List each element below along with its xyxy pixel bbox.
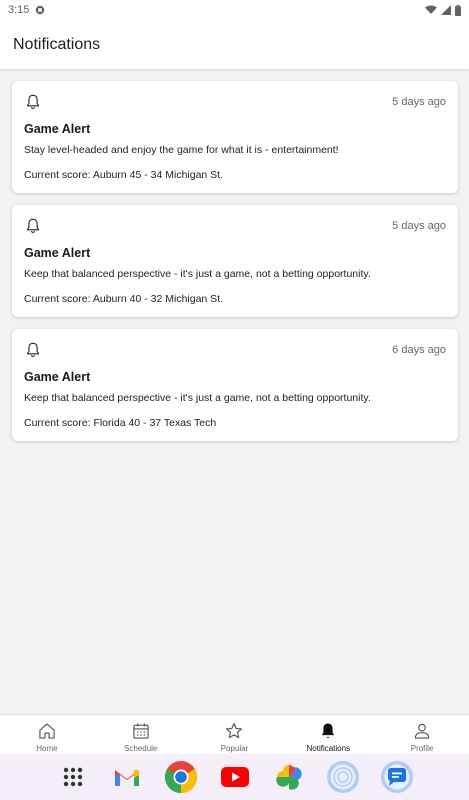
signal-icon bbox=[441, 5, 451, 15]
bottom-nav: Home Schedule Popular Notifications Prof… bbox=[0, 714, 469, 754]
star-icon bbox=[226, 722, 243, 739]
notification-message: Stay level-headed and enjoy the game for… bbox=[24, 144, 339, 156]
notification-title: Game Alert bbox=[24, 246, 91, 260]
app-bar: Notifications bbox=[0, 20, 469, 69]
notification-title: Game Alert bbox=[24, 122, 91, 136]
notification-card[interactable]: 5 days ago Game Alert Stay level-headed … bbox=[12, 81, 458, 193]
calendar-icon bbox=[133, 723, 149, 739]
nav-notifications-label: Notifications bbox=[306, 744, 351, 753]
bell-outline-icon bbox=[26, 94, 40, 109]
bell-outline-icon bbox=[26, 218, 40, 233]
nav-home-label: Home bbox=[36, 744, 58, 753]
chrome-app[interactable] bbox=[163, 759, 199, 795]
notification-score: Current score: Auburn 40 - 32 Michigan S… bbox=[24, 293, 224, 305]
status-bar: 3:15 bbox=[0, 0, 469, 20]
battery-icon bbox=[455, 4, 461, 16]
notification-card[interactable]: 5 days ago Game Alert Keep that balanced… bbox=[12, 205, 458, 317]
notification-score: Current score: Auburn 45 - 34 Michigan S… bbox=[24, 169, 224, 181]
notification-title: Game Alert bbox=[24, 370, 91, 384]
notification-message: Keep that balanced perspective - it's ju… bbox=[24, 268, 371, 280]
messages-app[interactable] bbox=[379, 759, 415, 795]
nav-schedule-label: Schedule bbox=[124, 744, 158, 753]
app-drawer-button[interactable] bbox=[55, 759, 91, 795]
messages-icon bbox=[380, 761, 413, 793]
notification-time: 6 days ago bbox=[392, 344, 446, 356]
camera-app[interactable] bbox=[325, 759, 361, 795]
gmail-app[interactable] bbox=[109, 759, 145, 795]
screen: 3:15 Notifications 5 days ago Game Alert… bbox=[0, 0, 469, 800]
photos-icon bbox=[275, 765, 302, 790]
nav-notifications[interactable]: Notifications bbox=[281, 715, 375, 754]
status-time: 3:15 bbox=[8, 4, 30, 16]
wifi-icon bbox=[425, 5, 437, 14]
photos-app[interactable] bbox=[271, 759, 307, 795]
nav-popular-label: Popular bbox=[220, 744, 249, 753]
notification-card[interactable]: 6 days ago Game Alert Keep that balanced… bbox=[12, 329, 458, 441]
nav-profile[interactable]: Profile bbox=[375, 715, 469, 754]
notification-list: 5 days ago Game Alert Stay level-headed … bbox=[12, 81, 458, 453]
notification-time: 5 days ago bbox=[392, 220, 446, 232]
chrome-icon bbox=[164, 761, 197, 793]
page-title: Notifications bbox=[13, 35, 101, 53]
youtube-icon bbox=[220, 767, 249, 787]
bell-icon bbox=[322, 723, 335, 738]
youtube-app[interactable] bbox=[217, 759, 253, 795]
notification-score: Current score: Florida 40 - 37 Texas Tec… bbox=[24, 417, 217, 429]
nav-home[interactable]: Home bbox=[0, 715, 94, 754]
person-icon bbox=[414, 723, 430, 739]
home-icon bbox=[39, 723, 55, 739]
app-drawer-icon bbox=[63, 767, 82, 787]
nav-profile-label: Profile bbox=[410, 744, 434, 753]
sync-icon bbox=[36, 5, 45, 15]
camera-icon bbox=[326, 761, 359, 793]
gmail-icon bbox=[114, 770, 139, 786]
notification-message: Keep that balanced perspective - it's ju… bbox=[24, 392, 371, 404]
nav-popular[interactable]: Popular bbox=[188, 715, 282, 754]
notification-time: 5 days ago bbox=[392, 96, 446, 108]
app-dock bbox=[0, 754, 469, 800]
nav-schedule[interactable]: Schedule bbox=[94, 715, 188, 754]
bell-outline-icon bbox=[26, 342, 40, 357]
